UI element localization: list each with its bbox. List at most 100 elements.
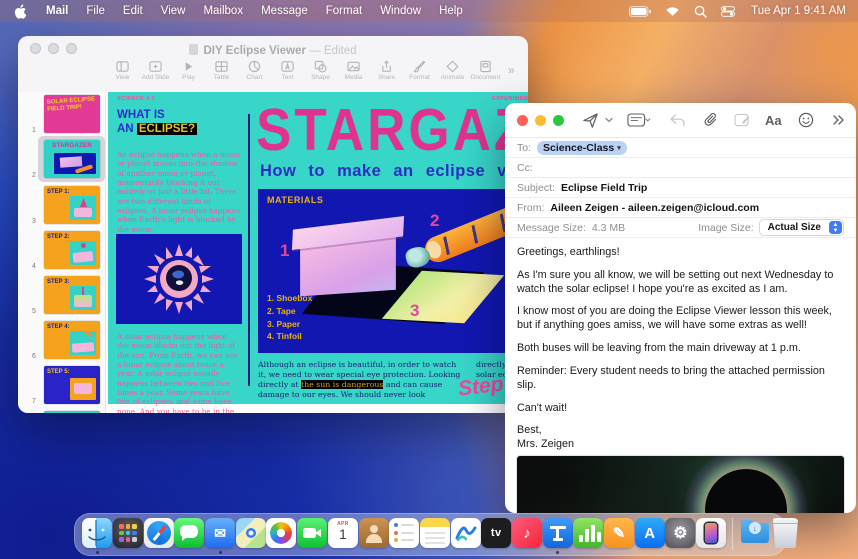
- slide-thumbnail-3[interactable]: 3 STEP 1:: [18, 184, 106, 228]
- text-button[interactable]: Text: [271, 60, 304, 81]
- dock-messages[interactable]: [174, 518, 204, 554]
- toolbar-overflow-button[interactable]: »: [508, 60, 515, 77]
- table-button[interactable]: Table: [205, 60, 238, 81]
- shape-button[interactable]: Shape: [304, 60, 337, 81]
- apple-menu-icon[interactable]: [14, 4, 27, 19]
- close-button[interactable]: [30, 43, 41, 54]
- menu-mail[interactable]: Mail: [37, 5, 77, 17]
- document-icon: [479, 60, 492, 73]
- dock-launchpad[interactable]: [113, 518, 143, 554]
- menu-view[interactable]: View: [152, 5, 195, 17]
- slide-thumbnail-6[interactable]: 6 STEP 4:: [18, 319, 106, 363]
- zoom-button[interactable]: [553, 115, 564, 126]
- sun-eclipse-icon: [142, 242, 216, 316]
- more-icon: [832, 115, 844, 125]
- media-button[interactable]: Media: [337, 60, 370, 81]
- slide-thumbnail-8[interactable]: DID YOU KNOW: [18, 409, 106, 413]
- eclipse-photo-attachment[interactable]: [517, 456, 844, 513]
- format-button[interactable]: Aa: [765, 113, 782, 128]
- dock-notes[interactable]: [420, 518, 450, 554]
- add-slide-icon: [149, 60, 162, 73]
- format-button[interactable]: Format: [403, 60, 436, 81]
- dock-safari[interactable]: [144, 518, 174, 554]
- dock-numbers[interactable]: [573, 518, 603, 554]
- share-button[interactable]: Share: [370, 60, 403, 81]
- cc-field[interactable]: Cc:: [505, 158, 856, 178]
- recipient-token[interactable]: Science-Class▾: [537, 141, 627, 155]
- dock-contacts[interactable]: [359, 518, 389, 554]
- chart-button[interactable]: Chart: [238, 60, 271, 81]
- dock-mail[interactable]: ✉: [205, 518, 235, 554]
- emoji-button[interactable]: [798, 112, 814, 128]
- dock-finder[interactable]: [82, 518, 112, 554]
- dock-appstore[interactable]: A: [635, 518, 665, 554]
- slide-thumbnail-7[interactable]: 7 STEP 5:: [18, 364, 106, 408]
- menu-window[interactable]: Window: [371, 5, 430, 17]
- view-button[interactable]: View: [106, 60, 139, 81]
- document-proxy-icon: [189, 44, 198, 55]
- body-paragraph: As I'm sure you all know, we will be set…: [517, 269, 844, 297]
- slide-thumbnail-1[interactable]: 1 SOLAR ECLIPSE FIELD TRIP!: [18, 93, 106, 137]
- dock-keynote[interactable]: [543, 518, 573, 554]
- add-slide-button[interactable]: Add Slide: [139, 60, 172, 81]
- shape-icon: [314, 60, 327, 73]
- menu-message[interactable]: Message: [252, 5, 317, 17]
- dock-facetime[interactable]: [297, 518, 327, 554]
- play-button[interactable]: Play: [172, 60, 205, 81]
- menu-bar: Mail File Edit View Mailbox Message Form…: [0, 0, 858, 22]
- thumbnail-title: STEP 5:: [44, 366, 100, 379]
- slide-thumbnail-4[interactable]: 4 STEP 2:: [18, 229, 106, 273]
- body-paragraph: Can't wait!: [517, 402, 844, 416]
- markup-button[interactable]: [734, 113, 751, 128]
- slide-canvas[interactable]: SCIENCE 4.2 EXPERIMENT #11 WHAT IS AN EC…: [106, 92, 528, 413]
- send-button[interactable]: [582, 112, 599, 129]
- dock-reminders[interactable]: [389, 518, 419, 554]
- message-body[interactable]: Greetings, earthlings! As I'm sure you a…: [505, 238, 856, 452]
- send-options-button[interactable]: [605, 117, 613, 123]
- dock-pages[interactable]: ✎: [604, 518, 634, 554]
- menu-clock[interactable]: Tue Apr 1 9:41 AM: [751, 5, 846, 17]
- running-indicator: [96, 551, 99, 554]
- minimize-button[interactable]: [535, 115, 546, 126]
- dock-photos[interactable]: [266, 518, 296, 554]
- menu-mailbox[interactable]: Mailbox: [194, 5, 252, 17]
- wifi-icon[interactable]: [665, 6, 680, 17]
- search-icon[interactable]: [694, 5, 707, 18]
- dock-iphone-mirroring[interactable]: [696, 518, 726, 554]
- play-icon: [182, 60, 195, 73]
- menu-format[interactable]: Format: [317, 5, 371, 17]
- zoom-button[interactable]: [66, 43, 77, 54]
- dock-trash[interactable]: [770, 518, 800, 554]
- dock-calendar[interactable]: APR1: [328, 518, 358, 554]
- control-center-icon[interactable]: [721, 6, 735, 17]
- dock-settings[interactable]: ⚙: [665, 518, 695, 554]
- toolbar-more-button[interactable]: [832, 115, 844, 125]
- minimize-button[interactable]: [48, 43, 59, 54]
- from-field[interactable]: From: Aileen Zeigen - aileen.zeigen@iclo…: [505, 198, 856, 218]
- dock-music[interactable]: ♪: [512, 518, 542, 554]
- dock-downloads[interactable]: ↓: [740, 518, 770, 554]
- dock-freeform[interactable]: [451, 518, 481, 554]
- message-size-value: 4.3 MB: [592, 222, 625, 234]
- menu-edit[interactable]: Edit: [114, 5, 152, 17]
- to-field[interactable]: To: Science-Class▾: [505, 138, 856, 158]
- slide-thumbnail-2-selected[interactable]: 2 STARGAZER: [18, 138, 106, 182]
- thumbnail-title: SOLAR ECLIPSE FIELD TRIP!: [44, 95, 100, 116]
- edited-label: — Edited: [309, 45, 356, 57]
- reply-button[interactable]: [669, 114, 686, 127]
- battery-icon[interactable]: [629, 6, 651, 17]
- dock-tv[interactable]: tv: [481, 518, 511, 554]
- menu-file[interactable]: File: [77, 5, 114, 17]
- thumbnail-title: DID YOU KNOW: [44, 411, 100, 413]
- menu-help[interactable]: Help: [430, 5, 472, 17]
- attach-button[interactable]: [704, 112, 718, 128]
- slide-thumbnail-5[interactable]: 5 STEP 3:: [18, 274, 106, 318]
- dock-maps[interactable]: [236, 518, 266, 554]
- slide-corner-left: SCIENCE 4.2: [117, 96, 155, 102]
- animate-button[interactable]: Animate: [436, 60, 469, 81]
- close-button[interactable]: [517, 115, 528, 126]
- image-size-select[interactable]: Actual Size ▲▼: [759, 219, 844, 236]
- document-button[interactable]: Document: [469, 60, 502, 81]
- header-fields-button[interactable]: [627, 113, 651, 127]
- subject-field[interactable]: Subject: Eclipse Field Trip: [505, 178, 856, 198]
